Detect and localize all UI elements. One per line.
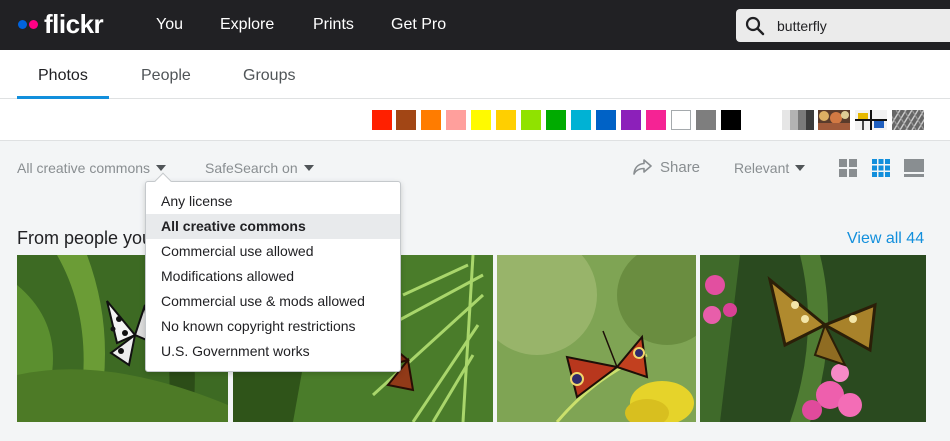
color-swatch-yellow[interactable] — [471, 110, 491, 130]
color-swatch-magenta[interactable] — [646, 110, 666, 130]
butterfly-photo-3 — [497, 255, 696, 422]
color-filter-bar — [0, 99, 950, 141]
tab-photos[interactable]: Photos — [38, 67, 88, 85]
sort-dropdown[interactable]: Relevant — [734, 160, 806, 176]
license-option-all-creative-commons[interactable]: All creative commons — [146, 214, 400, 239]
color-swatch-black[interactable] — [721, 110, 741, 130]
logo-text: flickr — [44, 9, 104, 39]
photo-thumbnail[interactable] — [700, 255, 926, 422]
photo-thumbnail[interactable] — [497, 255, 696, 422]
top-navigation-bar: flickr You Explore Prints Get Pro butter… — [0, 0, 950, 50]
minimalist-filter-icon[interactable] — [855, 110, 887, 130]
chevron-down-icon — [303, 165, 314, 171]
license-filter-dropdown[interactable]: All creative commons — [17, 160, 167, 176]
patterns-filter-icon[interactable] — [892, 110, 924, 130]
color-swatch-red[interactable] — [372, 110, 392, 130]
chevron-down-icon — [156, 165, 167, 171]
share-arrow-icon — [633, 159, 652, 175]
color-swatch-cyan[interactable] — [571, 110, 591, 130]
shallow-depth-of-field-filter-icon[interactable] — [818, 110, 850, 130]
view-all-link[interactable]: View all 44 — [847, 230, 924, 248]
color-swatch-blue[interactable] — [596, 110, 616, 130]
license-option-commercial-mods[interactable]: Commercial use & mods allowed — [146, 289, 400, 314]
license-option-no-copyright[interactable]: No known copyright restrictions — [146, 314, 400, 339]
tab-groups[interactable]: Groups — [243, 67, 295, 85]
share-label: Share — [660, 158, 701, 176]
color-swatch-white[interactable] — [671, 110, 691, 130]
color-swatch-green[interactable] — [546, 110, 566, 130]
chevron-down-icon — [795, 165, 806, 171]
grid-layout-icon[interactable] — [839, 159, 857, 177]
tab-people[interactable]: People — [141, 67, 191, 85]
color-swatch-purple[interactable] — [621, 110, 641, 130]
black-and-white-filter-icon[interactable] — [782, 110, 814, 130]
safesearch-dropdown[interactable]: SafeSearch on — [205, 160, 314, 176]
justified-layout-icon[interactable] — [872, 159, 890, 177]
color-swatch-orange[interactable] — [421, 110, 441, 130]
butterfly-photo-4 — [700, 255, 926, 422]
nav-you[interactable]: You — [156, 16, 183, 34]
logo-pink-dot — [29, 19, 38, 29]
search-icon[interactable] — [745, 16, 765, 36]
license-option-any[interactable]: Any license — [146, 189, 400, 214]
search-value: butterfly — [777, 18, 827, 34]
license-option-commercial[interactable]: Commercial use allowed — [146, 239, 400, 264]
nav-explore[interactable]: Explore — [220, 16, 274, 34]
color-swatch-pink[interactable] — [446, 110, 466, 130]
large-view-layout-icon[interactable] — [904, 159, 924, 177]
color-swatch-lime[interactable] — [521, 110, 541, 130]
sort-label: Relevant — [734, 160, 790, 176]
license-option-us-government[interactable]: U.S. Government works — [146, 339, 400, 364]
color-swatch-brown[interactable] — [396, 110, 416, 130]
license-option-modifications[interactable]: Modifications allowed — [146, 264, 400, 289]
share-button[interactable]: Share — [632, 158, 700, 176]
color-swatch-gold[interactable] — [496, 110, 516, 130]
nav-get-pro[interactable]: Get Pro — [391, 16, 446, 34]
safesearch-label: SafeSearch on — [205, 160, 298, 176]
nav-prints[interactable]: Prints — [313, 16, 354, 34]
color-swatch-gray[interactable] — [696, 110, 716, 130]
license-dropdown-menu: Any license All creative commons Commerc… — [145, 172, 401, 372]
flickr-logo[interactable]: flickr — [18, 9, 104, 39]
search-input[interactable]: butterfly — [736, 9, 950, 42]
search-tabs: Photos People Groups — [0, 50, 950, 99]
license-filter-label: All creative commons — [17, 160, 151, 176]
logo-blue-dot — [18, 19, 27, 29]
